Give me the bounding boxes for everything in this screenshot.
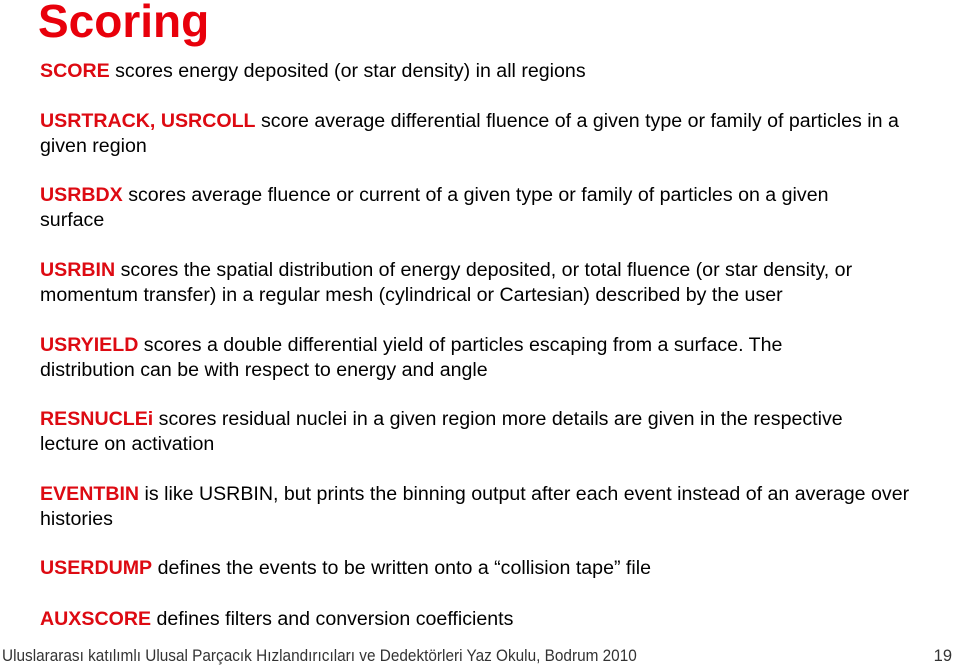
item-description: scores the spatial distribution of energ… bbox=[40, 259, 853, 306]
item-keyword: USRBDX bbox=[40, 184, 123, 206]
item-description: scores energy deposited (or star density… bbox=[109, 60, 586, 82]
item-keyword: RESNUCLEi bbox=[40, 408, 154, 430]
list-item-usryield: USRYIELD scores a double differential yi… bbox=[40, 333, 870, 383]
item-keyword: SCORE bbox=[40, 60, 110, 82]
item-keyword: USRBIN bbox=[40, 259, 116, 281]
item-description: defines the events to be written onto a … bbox=[152, 557, 651, 579]
item-keyword: USERDUMP bbox=[40, 557, 153, 579]
list-item-usrbdx: USRBDX scores average fluence or current… bbox=[40, 183, 890, 233]
slide-footer: Uluslararası katılımlı Ulusal Parçacık H… bbox=[0, 645, 960, 668]
list-item-eventbin: EVENTBIN is like USRBIN, but prints the … bbox=[40, 482, 910, 532]
item-keyword: EVENTBIN bbox=[40, 483, 140, 505]
item-keyword: USRTRACK, USRCOLL bbox=[40, 110, 256, 132]
list-item-usrtrack: USRTRACK, USRCOLL score average differen… bbox=[40, 109, 900, 159]
item-description: is like USRBIN, but prints the binning o… bbox=[40, 483, 910, 530]
list-item-resnuclei: RESNUCLEi scores residual nuclei in a gi… bbox=[40, 407, 870, 457]
item-description: scores a double differential yield of pa… bbox=[40, 334, 783, 381]
list-item-auxscore: AUXSCORE defines filters and conversion … bbox=[40, 607, 940, 632]
item-description: scores average fluence or current of a g… bbox=[40, 184, 829, 231]
item-keyword: AUXSCORE bbox=[40, 608, 152, 630]
list-item-usrbin: USRBIN scores the spatial distribution o… bbox=[40, 258, 945, 308]
page-number: 19 bbox=[933, 647, 952, 665]
list-item-score: SCORE scores energy deposited (or star d… bbox=[40, 59, 940, 84]
slide-title: Scoring bbox=[38, 0, 210, 47]
item-description: scores residual nuclei in a given region… bbox=[40, 408, 843, 455]
item-keyword: USRYIELD bbox=[40, 334, 139, 356]
list-item-userdump: USERDUMP defines the events to be writte… bbox=[40, 556, 940, 581]
item-description: defines filters and conversion coefficie… bbox=[151, 608, 514, 630]
footer-text: Uluslararası katılımlı Ulusal Parçacık H… bbox=[2, 647, 637, 665]
